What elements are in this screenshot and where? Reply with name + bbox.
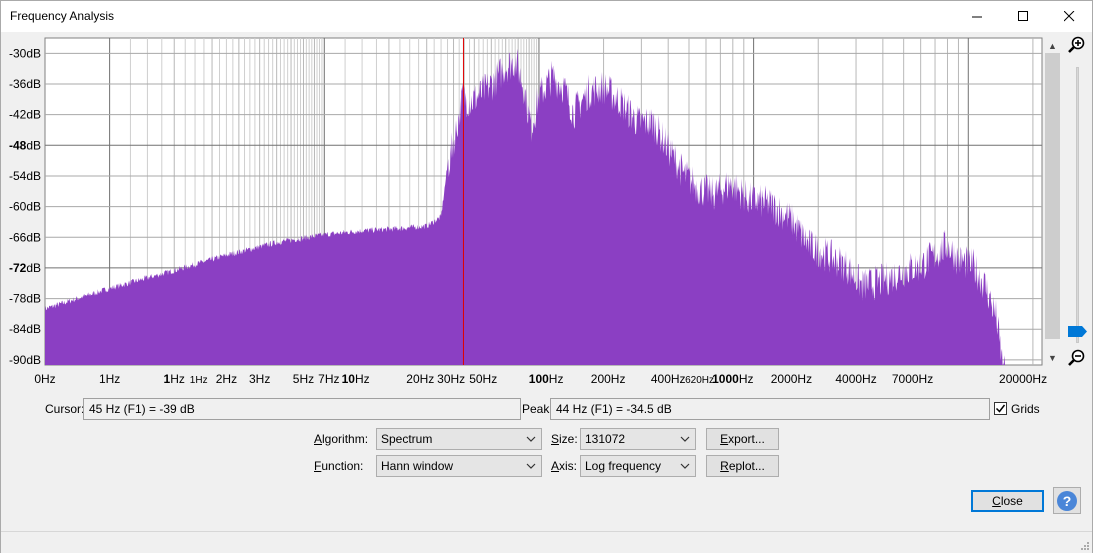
close-icon [1063,11,1074,22]
close-window-button[interactable] [1046,1,1092,32]
zoom-in-icon [1068,36,1085,53]
db-tick-label: -36dB [9,77,41,91]
size-value: 131072 [585,432,626,446]
freq-tick-label: 20Hz [406,372,434,386]
db-tick-label: -60dB [9,200,41,214]
freq-tick-label: 2000Hz [771,372,812,386]
freq-tick-label: 200Hz [591,372,626,386]
chevron-down-icon [680,463,690,469]
function-label: Function: [314,459,364,473]
scroll-down-arrow[interactable]: ▼ [1045,351,1060,365]
freq-tick-label: 7000Hz [892,372,933,386]
chevron-down-icon [526,463,536,469]
scroll-up-arrow[interactable]: ▲ [1045,39,1060,53]
axis-label: Axis: [551,459,578,473]
algorithm-value: Spectrum [381,432,433,446]
freq-tick-label: 10Hz [342,372,370,386]
minimize-icon [971,16,982,18]
db-tick-label: -66dB [9,230,41,244]
db-tick-label: -30dB [9,46,41,60]
axis-value: Log frequency [585,459,662,473]
axis-select[interactable]: Log frequency [580,455,696,477]
zoom-slider-track[interactable] [1076,67,1079,343]
freq-tick-label: 100Hz [529,372,564,386]
chevron-down-icon [680,436,690,442]
zoom-out-button[interactable] [1067,348,1087,368]
maximize-button[interactable] [1000,1,1046,32]
freq-tick-label: 1Hz [190,375,208,386]
db-tick-label: -48dB [9,138,41,152]
resize-grip-icon[interactable] [1080,541,1090,551]
freq-tick-label: 20000Hz [999,372,1047,386]
replot-button[interactable]: Replot... [706,455,779,477]
freq-tick-label: 1000Hz [712,372,753,386]
db-tick-label: -90dB [9,353,41,367]
function-value: Hann window [381,459,454,473]
peak-label: Peak: [522,402,553,416]
db-tick-label: -84dB [9,322,41,336]
freq-tick-label: 2Hz [216,372,237,386]
cursor-readout: 45 Hz (F1) = -39 dB [83,398,521,420]
freq-tick-label: 4000Hz [835,372,876,386]
freq-tick-label: 1Hz [99,372,120,386]
maximize-icon [1017,11,1028,21]
db-tick-label: -78dB [9,292,41,306]
freq-tick-label: 3Hz [249,372,270,386]
cursor-label: Cursor: [45,402,85,416]
db-tick-label: -54dB [9,169,41,183]
spectrum-plot-area: -30dB -36dB -42dB -48dB -54dB -60dB -66dB -72dB… [1,37,1093,389]
algorithm-label: Algorithm: [314,432,369,446]
zoom-in-button[interactable] [1067,35,1087,55]
window-title: Frequency Analysis [10,9,115,23]
svg-text:?: ? [1063,493,1072,509]
vertical-scrollbar-thumb[interactable] [1045,53,1060,339]
spectrum-plot[interactable]: -30dB -36dB -42dB -48dB -54dB -60dB -66dB -72dB… [1,37,1093,389]
freq-tick-label: 7Hz [318,372,339,386]
freq-tick-label: 0Hz [34,372,55,386]
freq-tick-label: 50Hz [469,372,497,386]
close-button[interactable]: Close [971,490,1044,512]
frequency-analysis-window: Frequency Analysis -30dB -36dB -42dB -48dB -… [0,0,1093,553]
export-button[interactable]: Export... [706,428,779,450]
algorithm-select[interactable]: Spectrum [376,428,542,450]
help-icon: ? [1057,490,1077,511]
peak-readout: 44 Hz (F1) = -34.5 dB [550,398,990,420]
db-tick-label: -42dB [9,108,41,122]
freq-tick-label: 620Hz [685,375,714,386]
help-button[interactable]: ? [1053,487,1081,514]
db-tick-label: -72dB [9,261,41,275]
freq-tick-label: 400Hz [651,372,686,386]
minimize-button[interactable] [954,1,1000,32]
freq-tick-label: 1Hz [164,372,185,386]
size-select[interactable]: 131072 [580,428,696,450]
freq-tick-label: 30Hz [437,372,465,386]
status-bar [1,531,1092,553]
chevron-down-icon [526,436,536,442]
zoom-out-icon [1068,349,1085,366]
function-select[interactable]: Hann window [376,455,542,477]
title-bar[interactable]: Frequency Analysis [1,1,1092,32]
grids-checkbox[interactable] [994,402,1007,415]
freq-tick-label: 5Hz [293,372,314,386]
zoom-slider-thumb[interactable] [1068,326,1088,337]
size-label: Size: [551,432,578,446]
checkmark-icon [995,404,1006,413]
grids-label[interactable]: Grids [1011,402,1040,416]
